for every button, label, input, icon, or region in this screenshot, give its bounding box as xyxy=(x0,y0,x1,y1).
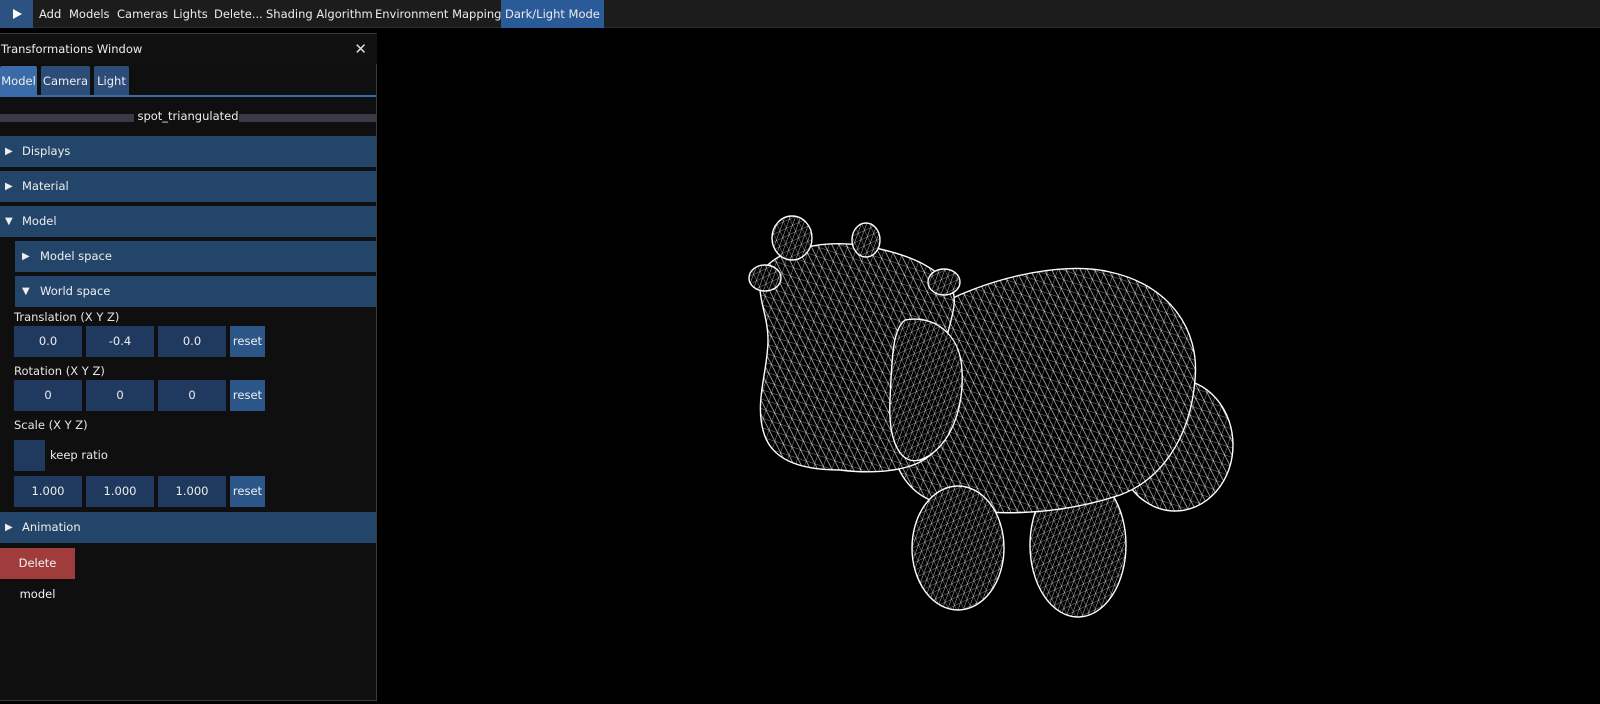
rotation-y-field[interactable]: 0 xyxy=(86,380,154,411)
header-model-space[interactable]: ▶ Model space xyxy=(15,241,376,272)
tab-model[interactable]: Model xyxy=(0,66,37,96)
header-animation[interactable]: ▶ Animation xyxy=(0,512,376,543)
collapsed-arrow-icon: ▶ xyxy=(5,181,13,192)
rotation-reset-button[interactable]: reset xyxy=(230,380,265,411)
header-material-label: Material xyxy=(22,179,69,193)
rotation-x-field[interactable]: 0 xyxy=(14,380,82,411)
header-world-space[interactable]: ▼ World space xyxy=(15,276,376,307)
render-viewport[interactable] xyxy=(377,29,1600,701)
scale-reset-button[interactable]: reset xyxy=(230,476,265,507)
keep-ratio-label: keep ratio xyxy=(50,448,108,462)
tab-underline xyxy=(0,95,376,97)
window-title[interactable]: Transformations Window xyxy=(0,34,377,64)
header-material[interactable]: ▶ Material xyxy=(0,171,376,202)
menu-add[interactable]: Add xyxy=(39,0,61,28)
menu-models[interactable]: Models xyxy=(69,0,110,28)
header-model[interactable]: ▼ Model xyxy=(0,206,376,237)
menu-bar: Add Models Cameras Lights Delete... Shad… xyxy=(0,0,1600,28)
close-icon[interactable]: ✕ xyxy=(354,34,367,64)
menu-shading-algorithm[interactable]: Shading Algorithm xyxy=(266,0,373,28)
play-button[interactable] xyxy=(0,0,33,28)
header-displays[interactable]: ▶ Displays xyxy=(0,136,376,167)
header-animation-label: Animation xyxy=(22,520,81,534)
scale-z-field[interactable]: 1.000 xyxy=(158,476,226,507)
collapsed-arrow-icon: ▶ xyxy=(5,146,13,157)
tab-camera[interactable]: Camera xyxy=(41,66,90,96)
translation-reset-button[interactable]: reset xyxy=(230,326,265,357)
selected-model-label: spot_triangulated xyxy=(137,109,239,123)
header-model-space-label: Model space xyxy=(40,249,112,263)
header-displays-label: Displays xyxy=(22,144,71,158)
rotation-z-field[interactable]: 0 xyxy=(158,380,226,411)
model-selector[interactable]: spot_triangulated xyxy=(0,109,376,124)
collapsed-arrow-icon: ▶ xyxy=(5,522,13,533)
translation-x-field[interactable]: 0.0 xyxy=(14,326,82,357)
header-model-label: Model xyxy=(22,214,57,228)
menu-environment-mapping[interactable]: Environment Mapping xyxy=(375,0,501,28)
transformations-window: Transformations Window ✕ Model Camera Li… xyxy=(0,33,377,701)
collapsed-arrow-icon: ▶ xyxy=(22,251,30,262)
wireframe-cow-model xyxy=(748,215,1234,618)
tab-light[interactable]: Light xyxy=(94,66,129,96)
scale-label: Scale (X Y Z) xyxy=(14,418,88,432)
expanded-arrow-icon: ▼ xyxy=(22,286,30,297)
translation-z-field[interactable]: 0.0 xyxy=(158,326,226,357)
menu-cameras[interactable]: Cameras xyxy=(117,0,168,28)
menu-dark-light-mode[interactable]: Dark/Light Mode xyxy=(501,0,604,28)
scale-x-field[interactable]: 1.000 xyxy=(14,476,82,507)
translation-y-field[interactable]: -0.4 xyxy=(86,326,154,357)
scale-y-field[interactable]: 1.000 xyxy=(86,476,154,507)
window-title-text: Transformations Window xyxy=(1,42,143,56)
expanded-arrow-icon: ▼ xyxy=(5,216,13,227)
delete-model-button[interactable]: Delete model xyxy=(0,548,75,601)
rotation-label: Rotation (X Y Z) xyxy=(14,364,105,378)
keep-ratio-checkbox[interactable] xyxy=(14,440,45,471)
play-icon xyxy=(12,9,22,19)
translation-label: Translation (X Y Z) xyxy=(14,310,120,324)
header-world-space-label: World space xyxy=(40,284,111,298)
menu-delete[interactable]: Delete... xyxy=(214,0,263,28)
menu-lights[interactable]: Lights xyxy=(173,0,208,28)
